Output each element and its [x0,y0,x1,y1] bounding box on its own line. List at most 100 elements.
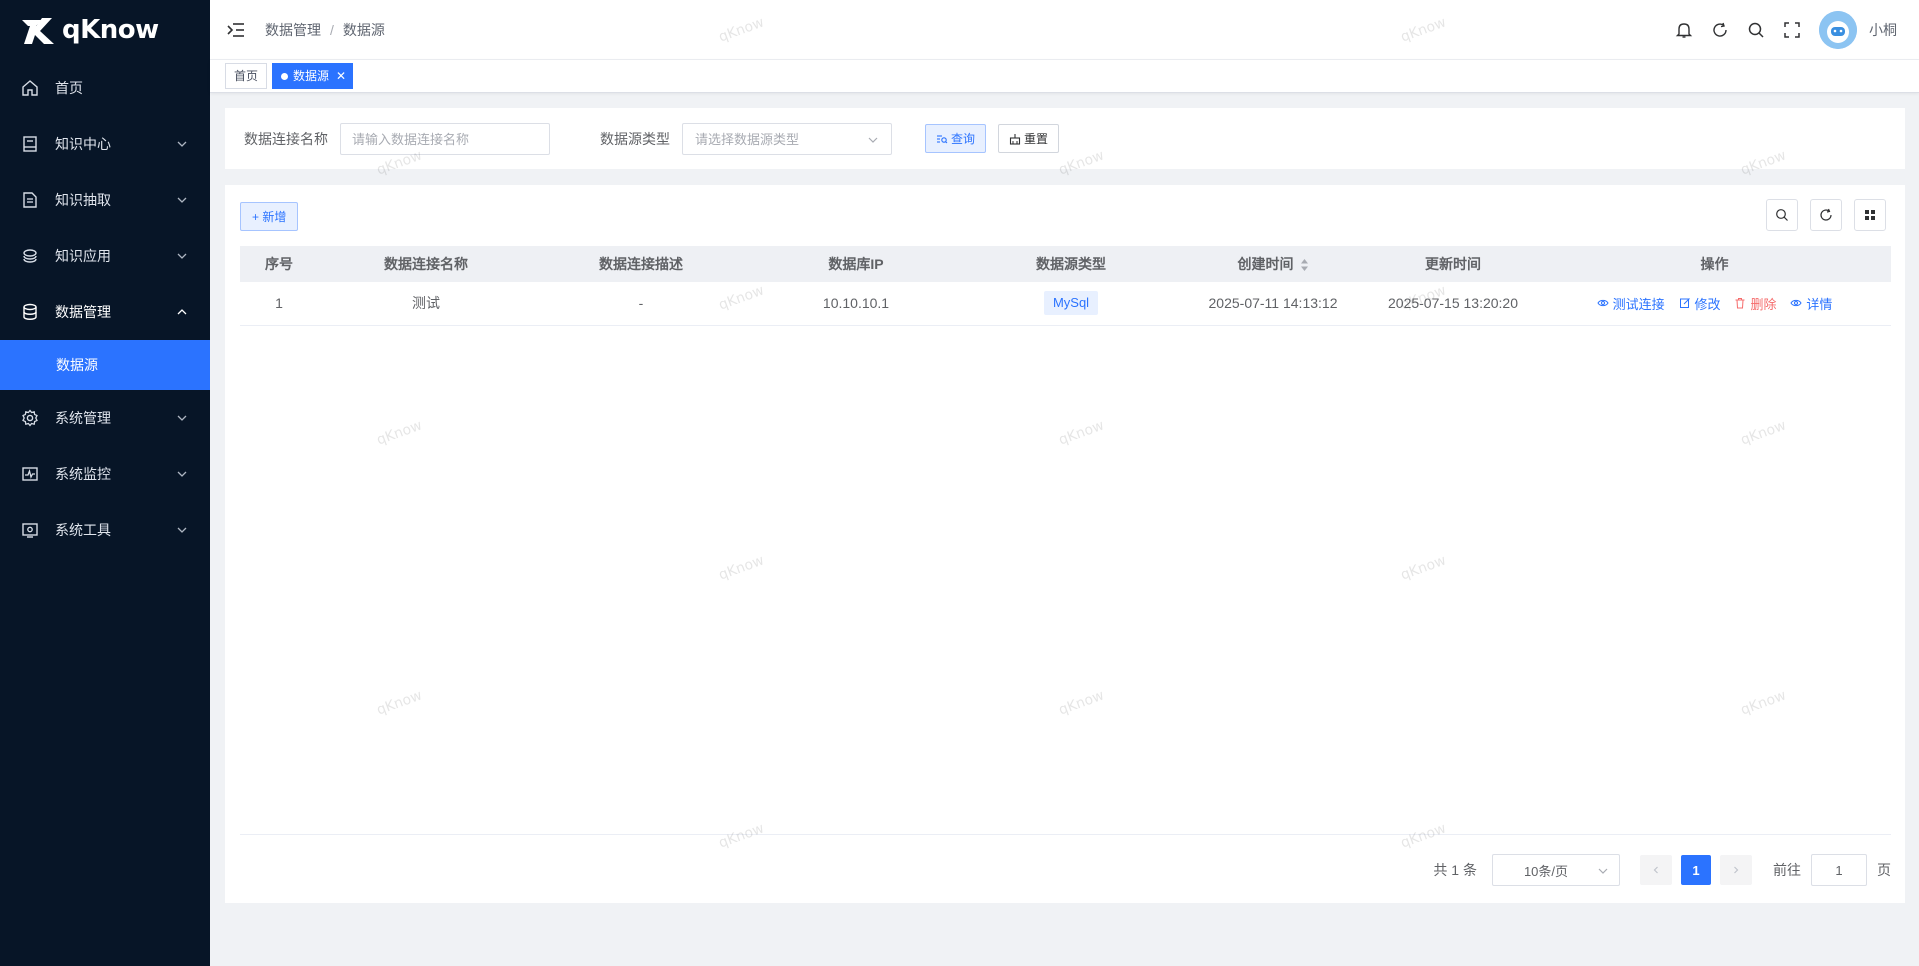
cell-index: 1 [275,295,283,312]
cell-name: 测试 [412,295,440,312]
test-connection-link[interactable]: 测试连接 [1597,294,1665,313]
chevron-right-icon [1734,866,1739,874]
book-icon [20,134,40,154]
sidebar-item-label: 首页 [55,80,83,96]
delete-link[interactable]: 删除 [1734,294,1776,313]
eye-icon [1790,300,1802,307]
sidebar-item-knowledge-extraction[interactable]: 知识抽取 [0,172,210,228]
refresh-table-button[interactable] [1810,199,1842,231]
type-field-label: 数据源类型 [600,130,670,147]
query-button[interactable]: 查询 [925,124,987,153]
query-button-label: 查询 [951,132,976,146]
sort-icon[interactable] [1300,258,1309,272]
column-header: 更新时间 [1425,256,1481,272]
sidebar-item-knowledge-center[interactable]: 知识中心 [0,116,210,172]
search-icon [1776,209,1788,221]
reset-button[interactable]: 重置 [998,124,1060,153]
detail-link[interactable]: 详情 [1790,294,1832,313]
sidebar: qKnow 首页 知识中心 知识抽取 知识应用 数据管理 数据源 系统管理 系统… [0,0,210,966]
logo-text: qKnow [62,15,159,45]
column-header: 数据库IP [828,256,884,272]
page-number-current[interactable]: 1 [1681,855,1711,885]
chevron-left-icon [1653,866,1658,874]
cell-actions: 测试连接 修改 删除 详情 [1538,282,1891,325]
search-icon[interactable] [1745,19,1767,41]
close-icon[interactable]: ✕ [336,64,346,88]
active-dot-icon [281,72,289,80]
cell-description: - [638,295,644,312]
document-icon [20,190,40,210]
search-list-icon [937,134,948,143]
cell-created: 2025-07-11 14:13:12 [1208,295,1338,312]
datasource-type-select[interactable]: 请选择数据源类型 [682,122,892,155]
tag-label: 数据源 [293,69,330,83]
chevron-down-icon [177,197,187,203]
table-row: 1 测试 - 10.10.10.1 MySql 2025-07-11 14:13… [240,282,1891,325]
goto-label: 前往 [1773,862,1801,878]
chevron-up-icon [177,309,187,315]
eye-icon [1597,300,1609,307]
sidebar-item-system-monitor[interactable]: 系统监控 [0,446,210,502]
connection-name-input[interactable]: 请输入数据连接名称 [340,122,550,155]
sidebar-subitem-datasource[interactable]: 数据源 [0,340,210,390]
sidebar-item-label: 系统管理 [55,410,111,426]
fullscreen-icon[interactable] [1781,19,1803,41]
column-header: 序号 [265,256,293,272]
header-actions: 小桐 [1659,0,1897,60]
bell-icon[interactable] [1673,19,1695,41]
edit-link[interactable]: 修改 [1679,294,1721,313]
column-header: 数据连接名称 [384,256,468,272]
sidebar-item-label: 知识抽取 [55,192,111,208]
avatar[interactable] [1819,11,1857,49]
next-page-button[interactable] [1720,855,1752,885]
sidebar-item-knowledge-application[interactable]: 知识应用 [0,228,210,284]
refresh-icon [1820,208,1832,221]
page-size-select[interactable]: 10条/页 [1492,854,1620,886]
cell-updated: 2025-07-15 13:20:20 [1388,295,1518,312]
reset-button-label: 重置 [1024,132,1049,146]
sidebar-menu: 首页 知识中心 知识抽取 知识应用 数据管理 数据源 系统管理 系统监控 系统工… [0,60,210,558]
columns-setting-button[interactable] [1854,199,1886,231]
datasource-table: 序号 数据连接名称 数据连接描述 数据库IP 数据源类型 创建时间 更新时间 操… [240,246,1891,326]
column-header-sortable[interactable]: 创建时间 [1178,246,1368,282]
breadcrumb-separator: / [330,21,334,38]
sidebar-item-label: 知识应用 [55,248,111,264]
tag-datasource[interactable]: 数据源 ✕ [272,63,354,89]
sidebar-subitem-label: 数据源 [56,357,98,373]
toggle-search-button[interactable] [1766,199,1798,231]
cell-type: MySql [964,282,1178,325]
table-header-row: 序号 数据连接名称 数据连接描述 数据库IP 数据源类型 创建时间 更新时间 操… [240,246,1891,282]
table-card: + 新增 序号 数据连接名称 数据连接描述 数据库IP 数据源类型 创建时间 更… [225,185,1905,903]
edit-label: 修改 [1694,296,1721,312]
page-size-value: 10条/页 [1523,863,1569,879]
sidebar-item-system-tools[interactable]: 系统工具 [0,502,210,558]
column-header: 操作 [1700,256,1729,272]
chevron-down-icon [868,137,878,143]
prev-page-button[interactable] [1640,855,1672,885]
monitor-pulse-icon [20,464,40,484]
chevron-down-icon [177,527,187,533]
test-connection-label: 测试连接 [1612,296,1665,312]
add-button[interactable]: + 新增 [240,202,299,231]
menu-fold-icon[interactable] [225,19,247,41]
logo[interactable]: qKnow [0,0,210,60]
sidebar-item-label: 知识中心 [55,136,111,152]
tag-home[interactable]: 首页 [225,63,268,89]
sidebar-item-data-management[interactable]: 数据管理 [0,284,210,340]
select-placeholder: 请选择数据源类型 [695,132,800,147]
sidebar-item-home[interactable]: 首页 [0,60,210,116]
breadcrumb-item[interactable]: 数据管理 [265,20,321,40]
delete-label: 删除 [1750,296,1777,312]
username[interactable]: 小桐 [1869,20,1897,40]
gear-icon [20,408,40,428]
tags-view: 首页 数据源 ✕ [210,60,1919,93]
refresh-icon[interactable] [1709,19,1731,41]
sidebar-item-system-management[interactable]: 系统管理 [0,390,210,446]
trash-icon [1735,298,1745,309]
detail-label: 详情 [1806,296,1833,312]
edit-icon [1679,298,1690,309]
goto-page-input[interactable]: 1 [1811,854,1867,886]
datasource-type-tag: MySql [1043,291,1099,316]
sidebar-item-label: 系统工具 [55,522,111,538]
breadcrumb-item-current: 数据源 [342,21,385,38]
